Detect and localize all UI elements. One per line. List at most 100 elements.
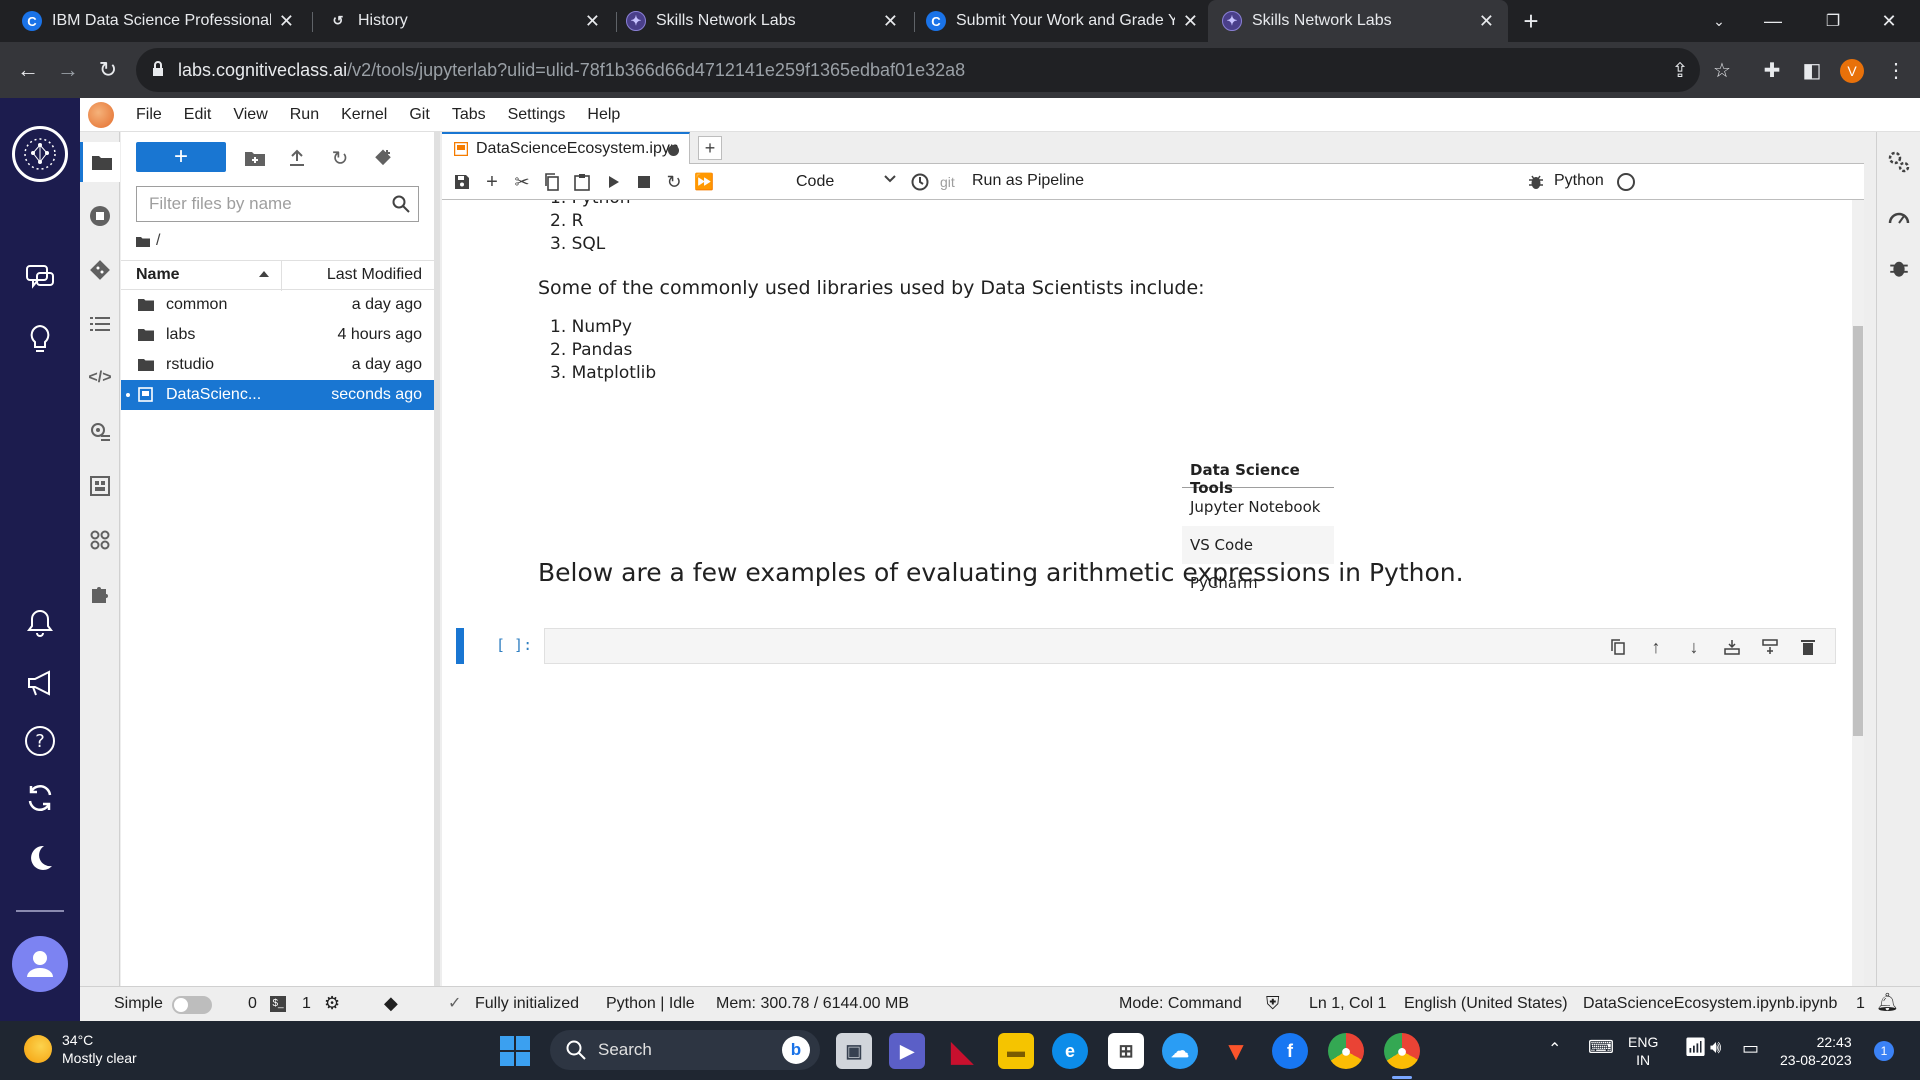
user-avatar[interactable] [12, 936, 68, 992]
code-snippets-icon[interactable]: </> [80, 358, 120, 398]
cell-type-select[interactable]: Code [796, 169, 896, 195]
property-inspector-tab[interactable] [80, 412, 120, 452]
address-bar[interactable]: labs.cognitiveclass.ai/v2/tools/jupyterl… [136, 48, 1700, 92]
extension-manager-tab[interactable] [80, 574, 120, 614]
microsoft-store-icon[interactable]: ⊞ [1108, 1033, 1144, 1069]
sync-icon[interactable] [20, 778, 60, 818]
git-status-icon[interactable]: ◆ [384, 993, 398, 1014]
menu-file[interactable]: File [136, 106, 162, 124]
file-row-rstudio[interactable]: rstudio a day ago [121, 350, 434, 380]
teams-icon[interactable]: ▶ [889, 1033, 925, 1069]
debugger-bug-icon[interactable] [1883, 252, 1915, 284]
bookmark-star-icon[interactable]: ☆ [1702, 50, 1742, 90]
show-hidden-icons-chevron[interactable]: ⌃ [1548, 1039, 1561, 1059]
delete-cell-icon[interactable] [1797, 636, 1819, 658]
cell-collapser[interactable] [456, 628, 464, 664]
resource-usage-gauge-icon[interactable] [1883, 200, 1915, 232]
weather-widget[interactable]: 34°C Mostly clear [24, 1031, 137, 1067]
scrollbar-thumb[interactable] [1853, 326, 1863, 736]
menu-edit[interactable]: Edit [184, 106, 212, 124]
menu-help[interactable]: Help [587, 106, 620, 124]
skills-network-logo[interactable] [12, 126, 68, 182]
spellcheck-language[interactable]: English (United States) [1404, 995, 1568, 1013]
upload-button[interactable] [283, 144, 311, 172]
close-icon[interactable]: ✕ [585, 11, 600, 32]
bell-icon[interactable] [20, 603, 60, 643]
property-inspector-gears-icon[interactable] [1883, 146, 1915, 178]
insert-above-icon[interactable] [1721, 636, 1743, 658]
add-tab-button[interactable]: + [698, 136, 722, 160]
browser-tab-submit[interactable]: C Submit Your Work and Grade You ✕ [912, 0, 1212, 42]
browser-tab-active[interactable]: ✦ Skills Network Labs ✕ [1208, 0, 1508, 42]
start-button[interactable] [500, 1036, 530, 1066]
notification-badge[interactable]: 1 [1874, 1041, 1894, 1061]
chrome-active-icon[interactable]: ● [1384, 1033, 1420, 1069]
copy-button[interactable] [540, 170, 564, 194]
extensions-puzzle-icon[interactable]: ✚ [1752, 50, 1792, 90]
debugger-button[interactable] [1524, 170, 1548, 194]
lightbulb-icon[interactable] [20, 320, 60, 360]
file-browser-tab[interactable] [80, 142, 120, 182]
notebook-tab[interactable]: DataScienceEcosystem.ipyn [442, 132, 690, 164]
refresh-icon[interactable]: ↻ [326, 144, 354, 172]
panel-splitter[interactable] [434, 132, 440, 986]
notification-bell-icon[interactable]: 🔔︎ [1876, 992, 1899, 1013]
notebook-scrollbar[interactable] [1852, 200, 1864, 986]
git-tab[interactable] [80, 250, 120, 290]
clock[interactable]: 22:43 23-08-2023 [1780, 1033, 1852, 1069]
wifi-icon[interactable]: 📶︎ [1684, 1037, 1707, 1058]
filter-files-input[interactable]: Filter files by name [136, 186, 419, 222]
facebook-icon[interactable]: f [1272, 1033, 1308, 1069]
restore-button[interactable]: ❐ [1810, 0, 1856, 42]
column-last-modified[interactable]: Last Modified [327, 266, 422, 284]
git-clone-button[interactable] [369, 144, 397, 172]
moon-icon[interactable] [20, 838, 60, 878]
terminal-count[interactable]: 0 [248, 995, 257, 1013]
extensions-grid-tab[interactable] [80, 520, 120, 560]
column-name[interactable]: Name [136, 266, 180, 284]
code-editor[interactable]: ↑ ↓ [544, 628, 1836, 664]
cut-icon[interactable]: ✂ [510, 170, 534, 194]
chrome-profile-icon[interactable]: ● [1328, 1033, 1364, 1069]
brave-icon[interactable]: ▼ [1218, 1033, 1254, 1069]
megaphone-icon[interactable] [20, 663, 60, 703]
trusted-shield-icon[interactable]: ⛨ [1266, 993, 1280, 1014]
unsaved-dot-icon[interactable] [668, 145, 679, 156]
interrupt-button[interactable] [632, 170, 656, 194]
keyboard-icon[interactable]: ⌨ [1588, 1037, 1614, 1058]
run-as-pipeline-button[interactable]: Run as Pipeline [972, 172, 1084, 190]
kernel-name[interactable]: Python [1554, 172, 1604, 190]
file-row-notebook[interactable]: DataScienc... seconds ago [121, 380, 434, 410]
file-row-labs[interactable]: labs 4 hours ago [121, 320, 434, 350]
simple-mode-toggle[interactable] [172, 996, 212, 1014]
restart-icon[interactable]: ↻ [662, 170, 686, 194]
mcafee-icon[interactable]: ◣ [944, 1033, 980, 1069]
browser-tab-skills-network[interactable]: ✦ Skills Network Labs ✕ [612, 0, 912, 42]
save-button[interactable] [450, 170, 474, 194]
new-launcher-button[interactable]: + [136, 142, 226, 172]
task-view-icon[interactable]: ▣ [836, 1033, 872, 1069]
chrome-menu-icon[interactable]: ⋮ [1876, 50, 1916, 90]
insert-cell-button[interactable]: + [480, 170, 504, 194]
help-icon[interactable]: ? [20, 721, 60, 761]
input-language[interactable]: ENG IN [1628, 1033, 1658, 1069]
taskbar-search[interactable]: Search b [550, 1030, 820, 1070]
git-label[interactable]: git [940, 174, 955, 190]
tab-search-chevron-icon[interactable]: ⌄ [1696, 0, 1742, 42]
cursor-position[interactable]: Ln 1, Col 1 [1309, 995, 1386, 1013]
bing-icon[interactable]: b [782, 1036, 810, 1064]
breadcrumb[interactable]: / [136, 232, 160, 250]
side-panel-icon[interactable]: ◧ [1792, 50, 1832, 90]
file-explorer-icon[interactable]: ▬ [998, 1033, 1034, 1069]
menu-settings[interactable]: Settings [508, 106, 566, 124]
new-folder-button[interactable] [241, 144, 269, 172]
new-tab-button[interactable]: + [1508, 0, 1554, 42]
table-of-contents-tab[interactable] [80, 304, 120, 344]
move-down-icon[interactable]: ↓ [1683, 636, 1705, 658]
close-icon[interactable]: ✕ [1183, 11, 1198, 32]
battery-icon[interactable]: ▭ [1742, 1038, 1759, 1059]
menu-view[interactable]: View [233, 106, 267, 124]
pipeline-components-tab[interactable] [80, 466, 120, 506]
insert-below-icon[interactable] [1759, 636, 1781, 658]
menu-run[interactable]: Run [290, 106, 319, 124]
